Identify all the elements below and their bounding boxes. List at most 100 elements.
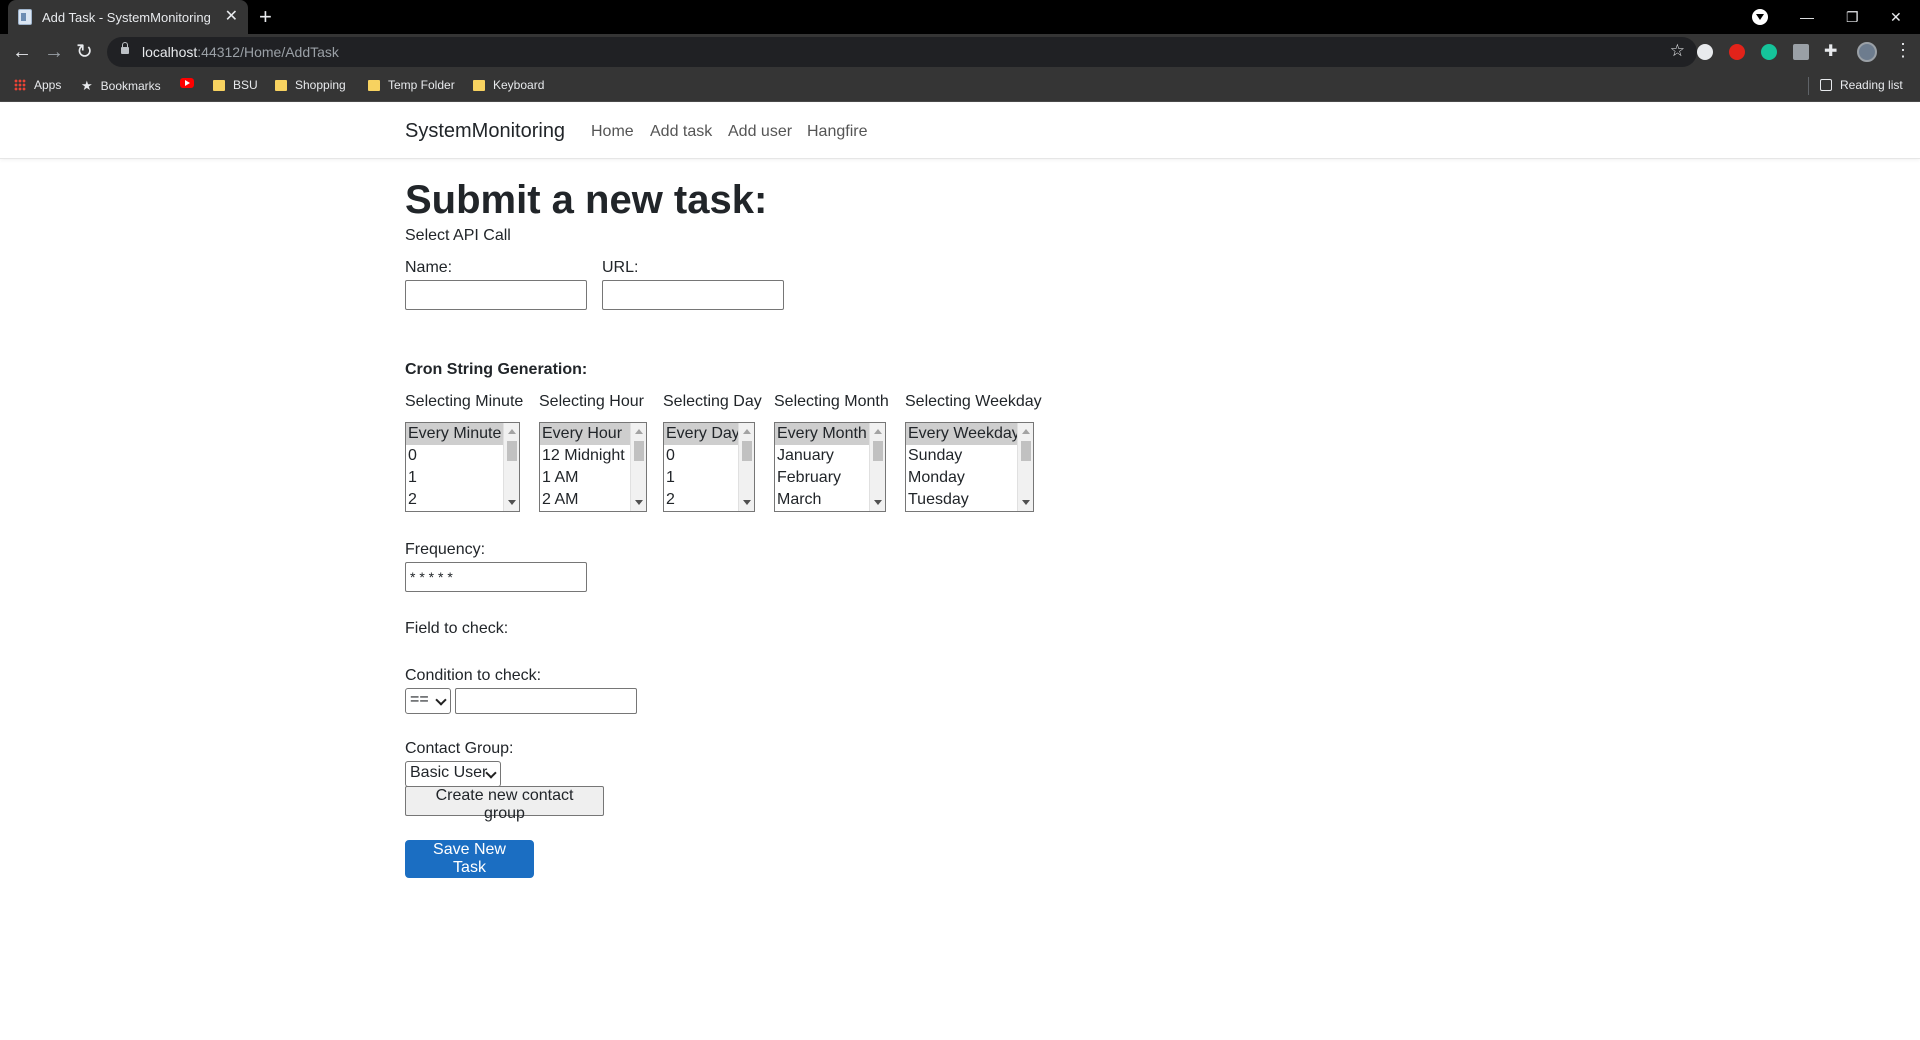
listbox-scrollbar[interactable]: [738, 423, 754, 511]
subheading: Select API Call: [405, 227, 511, 244]
scroll-down-icon[interactable]: [874, 500, 882, 505]
scroll-up-icon[interactable]: [743, 429, 751, 434]
page-title: Submit a new task:: [405, 178, 768, 222]
minute-label: Selecting Minute: [405, 393, 524, 410]
page-favicon-icon: [18, 9, 32, 25]
condition-label: Condition to check:: [405, 667, 542, 684]
minimize-icon[interactable]: —: [1800, 4, 1814, 30]
bookmark-temp-folder[interactable]: Temp Folder: [368, 78, 455, 92]
name-label: Name:: [405, 259, 453, 276]
url-label: URL:: [602, 259, 639, 276]
frequency-label: Frequency:: [405, 541, 486, 558]
extension-hand-icon[interactable]: [1729, 44, 1745, 60]
browser-tab[interactable]: Add Task - SystemMonitoring ✕: [8, 0, 248, 34]
reading-list-icon: [1820, 79, 1832, 91]
address-url: localhost:44312/Home/AddTask: [142, 44, 339, 60]
month-listbox[interactable]: Every Month January February March: [774, 422, 886, 512]
nav-hangfire[interactable]: Hangfire: [807, 123, 867, 141]
scroll-thumb[interactable]: [742, 441, 752, 461]
list-option[interactable]: Every Weekday: [906, 423, 1033, 445]
month-label: Selecting Month: [774, 393, 889, 410]
extension-speed-icon[interactable]: [1697, 44, 1713, 60]
bookmark-shopping[interactable]: Shopping: [275, 78, 346, 92]
scroll-down-icon[interactable]: [508, 500, 516, 505]
chevron-down-icon: [435, 694, 447, 706]
new-tab-icon[interactable]: +: [259, 4, 272, 30]
contact-group-label: Contact Group:: [405, 740, 514, 757]
create-contact-group-button[interactable]: Create new contact group: [405, 786, 604, 822]
listbox-scrollbar[interactable]: [630, 423, 646, 511]
bookmark-keyboard[interactable]: Keyboard: [473, 78, 544, 92]
bookmark-bsu[interactable]: BSU: [213, 78, 258, 92]
save-task-button[interactable]: Save New Task: [405, 840, 534, 878]
condition-value-input[interactable]: [455, 688, 637, 714]
browser-menu-icon[interactable]: ⋮: [1894, 40, 1912, 61]
lock-icon: [121, 42, 129, 54]
scroll-up-icon[interactable]: [874, 429, 882, 434]
nav-home[interactable]: Home: [591, 123, 634, 141]
close-window-icon[interactable]: ✕: [1890, 4, 1902, 30]
operator-value: ==: [410, 691, 429, 708]
scroll-thumb[interactable]: [1021, 441, 1031, 461]
list-option[interactable]: Tuesday: [906, 489, 1033, 511]
folder-icon: [368, 79, 380, 91]
contact-group-select[interactable]: Basic User: [405, 761, 501, 787]
bookmarks-divider: [1808, 77, 1809, 95]
star-icon: ★: [81, 78, 93, 93]
forward-icon[interactable]: →: [44, 40, 64, 64]
listbox-scrollbar[interactable]: [869, 423, 885, 511]
scroll-up-icon[interactable]: [635, 429, 643, 434]
reading-list[interactable]: Reading list: [1820, 78, 1903, 92]
field-to-check-label: Field to check:: [405, 620, 509, 637]
listbox-scrollbar[interactable]: [1017, 423, 1033, 511]
frequency-input[interactable]: [405, 562, 587, 592]
scroll-thumb[interactable]: [507, 441, 517, 461]
folder-icon: [275, 79, 287, 91]
bookmark-star-icon[interactable]: ☆: [1670, 41, 1685, 61]
youtube-icon: [180, 78, 194, 88]
list-option[interactable]: Monday: [906, 467, 1033, 489]
scroll-thumb[interactable]: [634, 441, 644, 461]
contact-group-value: Basic User: [410, 764, 488, 781]
apps-grid-icon: [14, 79, 26, 91]
bookmarks-bar: Apps ★ Bookmarks BSU Shopping Temp Folder…: [0, 70, 1920, 102]
scroll-down-icon[interactable]: [1022, 500, 1030, 505]
scroll-down-icon[interactable]: [743, 500, 751, 505]
grammarly-icon[interactable]: [1761, 44, 1777, 60]
profile-avatar[interactable]: [1857, 42, 1877, 62]
cron-heading: Cron String Generation:: [405, 361, 588, 378]
reload-icon[interactable]: ↻: [76, 40, 93, 64]
restore-icon[interactable]: ❐: [1846, 4, 1859, 30]
scroll-thumb[interactable]: [873, 441, 883, 461]
weekday-listbox[interactable]: Every Weekday Sunday Monday Tuesday: [905, 422, 1034, 512]
bookmark-bookmarks[interactable]: ★ Bookmarks: [81, 78, 161, 94]
day-listbox[interactable]: Every Day 0 1 2: [663, 422, 755, 512]
brand-link[interactable]: SystemMonitoring: [405, 120, 565, 143]
nav-add-user[interactable]: Add user: [728, 123, 792, 141]
minute-listbox[interactable]: Every Minute 0 1 2: [405, 422, 520, 512]
tab-title: Add Task - SystemMonitoring: [42, 9, 211, 25]
scroll-up-icon[interactable]: [508, 429, 516, 434]
hour-listbox[interactable]: Every Hour 12 Midnight 1 AM 2 AM: [539, 422, 647, 512]
scroll-up-icon[interactable]: [1022, 429, 1030, 434]
address-bar[interactable]: localhost:44312/Home/AddTask ☆: [107, 37, 1697, 67]
media-control-icon[interactable]: [1752, 9, 1768, 25]
extension-square-icon[interactable]: [1793, 44, 1809, 60]
back-icon[interactable]: ←: [12, 40, 32, 64]
extensions-puzzle-icon[interactable]: ✚: [1824, 41, 1837, 61]
list-option[interactable]: Sunday: [906, 445, 1033, 467]
listbox-scrollbar[interactable]: [503, 423, 519, 511]
url-input[interactable]: [602, 280, 784, 310]
scroll-down-icon[interactable]: [635, 500, 643, 505]
site-navbar: SystemMonitoring Home Add task Add user …: [0, 103, 1920, 159]
bookmark-youtube[interactable]: [180, 78, 202, 88]
folder-icon: [213, 79, 225, 91]
weekday-label: Selecting Weekday: [905, 393, 1042, 410]
bookmark-apps[interactable]: Apps: [14, 78, 61, 92]
close-tab-icon[interactable]: ✕: [225, 9, 238, 25]
name-input[interactable]: [405, 280, 587, 310]
nav-add-task[interactable]: Add task: [650, 123, 712, 141]
condition-operator-select[interactable]: ==: [405, 688, 451, 714]
folder-icon: [473, 79, 485, 91]
hour-label: Selecting Hour: [539, 393, 644, 410]
